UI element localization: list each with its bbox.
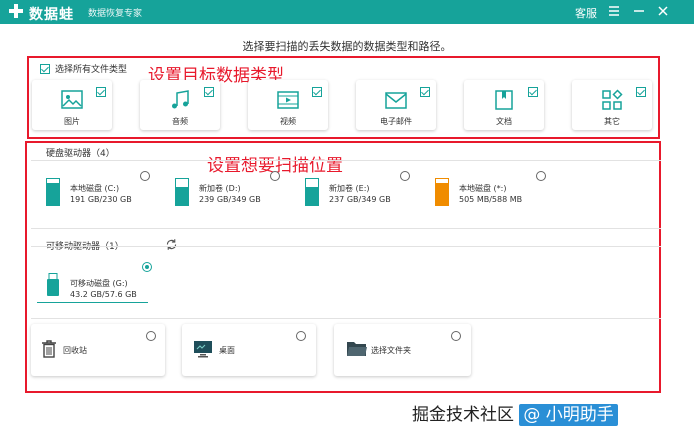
file-type-card-document[interactable]: 文档 (464, 80, 544, 130)
drive-usage-fill (47, 183, 59, 205)
watermark-text: 掘金技术社区 (412, 405, 514, 425)
app-name: 数据蛙 (29, 7, 74, 23)
title-bar: 数据蛙 数据恢复专家 客服 (0, 0, 694, 24)
file-type-label: 电子邮件 (380, 117, 412, 126)
drive-size: 191 GB/230 GB (70, 195, 132, 204)
file-type-label: 视频 (280, 117, 296, 126)
divider (31, 246, 661, 247)
document-icon (495, 90, 513, 110)
drive-name: 新加卷 (D:) (199, 184, 241, 193)
drive-name: 本地磁盘 (*:) (459, 184, 507, 193)
drive-g[interactable]: 可移动磁盘 (G:) 43.2 GB/57.6 GB (46, 273, 158, 313)
drive-star[interactable]: 本地磁盘 (*:) 505 MB/588 MB (435, 178, 547, 218)
hard-drives-title: 硬盘驱动器（4） (46, 149, 115, 159)
select-all-checkbox[interactable]: 选择所有文件类型 (40, 62, 127, 75)
other-icon (602, 89, 623, 110)
desktop-label: 桌面 (219, 346, 235, 355)
music-icon (172, 90, 189, 109)
drive-d-radio[interactable] (270, 171, 280, 181)
drive-usage-fill (306, 187, 318, 205)
file-type-card-other[interactable]: 其它 (572, 80, 652, 130)
trash-icon (42, 340, 56, 358)
drive-size: 505 MB/588 MB (459, 195, 523, 204)
drive-name: 本地磁盘 (C:) (70, 184, 120, 193)
drive-name: 新加卷 (E:) (329, 184, 370, 193)
drive-size: 239 GB/349 GB (199, 195, 261, 204)
app-subtitle: 数据恢复专家 (88, 9, 143, 19)
drive-c[interactable]: 本地磁盘 (C:) 191 GB/230 GB (46, 178, 158, 218)
drive-e[interactable]: 新加卷 (E:) 237 GB/349 GB (305, 178, 417, 218)
file-type-card-video[interactable]: 视频 (248, 80, 328, 130)
usb-drive-icon (47, 273, 59, 296)
drive-g-radio[interactable] (142, 262, 152, 272)
support-link[interactable]: 客服 (575, 5, 597, 21)
watermark-handle: @ 小明助手 (519, 404, 618, 426)
desktop-card[interactable]: 桌面 (182, 324, 316, 376)
divider (31, 228, 661, 229)
selected-drive-underline (37, 302, 148, 303)
select-all-check-icon[interactable] (40, 63, 50, 74)
image-icon (61, 90, 83, 109)
drive-d[interactable]: 新加卷 (D:) 239 GB/349 GB (175, 178, 287, 218)
divider (31, 318, 661, 319)
drive-usage-fill (436, 182, 448, 205)
hard-drive-icon (305, 178, 319, 206)
email-type-checkbox[interactable] (420, 87, 430, 97)
app-logo-icon (9, 4, 23, 18)
recycle-bin-card[interactable]: 回收站 (31, 324, 165, 376)
recycle-bin-radio[interactable] (146, 331, 156, 341)
hard-drive-icon (175, 178, 189, 206)
hard-drive-icon (435, 178, 449, 206)
drive-name: 可移动磁盘 (G:) (70, 279, 128, 288)
audio-type-checkbox[interactable] (204, 87, 214, 97)
file-type-label: 图片 (64, 117, 80, 126)
file-type-label: 音频 (172, 117, 188, 126)
drive-usage-fill (176, 187, 188, 205)
document-type-checkbox[interactable] (528, 87, 538, 97)
drive-size: 43.2 GB/57.6 GB (70, 290, 137, 299)
drive-size: 237 GB/349 GB (329, 195, 391, 204)
video-icon (277, 91, 299, 109)
file-type-card-audio[interactable]: 音频 (140, 80, 220, 130)
select-folder-radio[interactable] (451, 331, 461, 341)
file-type-label: 其它 (604, 117, 620, 126)
instruction-text: 选择要扫描的丢失数据的数据类型和路径。 (242, 40, 452, 53)
refresh-icon[interactable] (165, 238, 178, 251)
select-all-label: 选择所有文件类型 (55, 65, 128, 75)
file-type-label: 文档 (496, 117, 512, 126)
select-folder-card[interactable]: 选择文件夹 (334, 324, 471, 376)
menu-icon[interactable] (606, 3, 622, 19)
divider (31, 160, 661, 161)
select-folder-label: 选择文件夹 (371, 346, 411, 355)
desktop-radio[interactable] (296, 331, 306, 341)
drive-e-radio[interactable] (400, 171, 410, 181)
watermark: 掘金技术社区 @ 小明助手 (412, 400, 618, 426)
file-type-card-image[interactable]: 图片 (32, 80, 112, 130)
file-type-card-email[interactable]: 电子邮件 (356, 80, 436, 130)
video-type-checkbox[interactable] (312, 87, 322, 97)
desktop-icon (194, 341, 212, 358)
other-type-checkbox[interactable] (636, 87, 646, 97)
minimize-icon[interactable] (631, 3, 647, 19)
email-icon (385, 92, 407, 109)
hard-drive-icon (46, 178, 60, 206)
drive-star-radio[interactable] (536, 171, 546, 181)
image-type-checkbox[interactable] (96, 87, 106, 97)
recycle-bin-label: 回收站 (63, 346, 87, 355)
close-icon[interactable] (655, 3, 671, 19)
folder-icon (347, 342, 367, 356)
drive-c-radio[interactable] (140, 171, 150, 181)
